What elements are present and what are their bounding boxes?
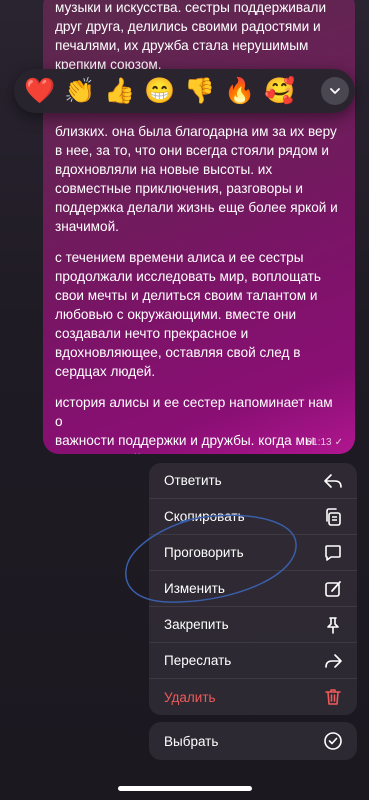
menu-item-label: Ответить [164,473,222,488]
home-indicator [118,786,252,791]
reaction-bar: ❤️ 👏 👍 😁 👎 🔥 🥰 [14,69,355,113]
fire-reaction[interactable]: 🔥 [220,69,260,113]
menu-item-label: Переслать [164,653,232,668]
copy-icon [323,507,343,527]
check-circle-icon [323,731,343,751]
menu-item-label: Удалить [164,689,216,705]
message-time-text: 01:13 [306,437,332,448]
menu-item-select[interactable]: Выбрать [149,722,357,760]
clap-reaction[interactable]: 👏 [60,69,100,113]
pin-icon [323,615,343,635]
chevron-down-icon [330,88,340,94]
grin-reaction[interactable]: 😁 [140,69,180,113]
menu-item-label: Закрепить [164,617,229,632]
smiling-hearts-reaction[interactable]: 🥰 [260,69,300,113]
menu-item-copy[interactable]: Скопировать [149,499,357,535]
edit-pencil-icon [323,579,343,599]
read-checkmark-icon: ✓ [334,437,343,448]
heart-reaction[interactable]: ❤️ [20,69,60,113]
menu-item-pin[interactable]: Закрепить [149,607,357,643]
menu-item-reply[interactable]: Ответить [149,463,357,499]
menu-item-label: Выбрать [164,733,219,749]
menu-item-edit[interactable]: Изменить [149,571,357,607]
menu-item-forward[interactable]: Переслать [149,643,357,679]
trash-icon [323,687,343,707]
menu-item-label: Изменить [164,581,225,596]
message-text-top: музыки и искусства. сестры поддерживали … [55,0,327,72]
reply-arrow-icon [323,471,343,491]
menu-item-label: Скопировать [164,509,245,524]
menu-item-delete[interactable]: Удалить [149,679,357,715]
speech-bubble-icon [323,543,343,563]
thumbs-up-reaction[interactable]: 👍 [100,69,140,113]
message-paragraph: с течением времени алиса и ее сестры про… [55,250,321,379]
forward-arrow-icon [323,651,343,671]
menu-item-speak[interactable]: Проговорить [149,535,357,571]
menu-item-label: Проговорить [164,545,244,560]
message-paragraph: история алисы и ее сестер напоминает нам… [55,395,333,454]
thumbs-down-reaction[interactable]: 👎 [180,69,220,113]
message-time: 01:13 ✓ [307,437,343,448]
more-reactions-button[interactable] [321,77,349,105]
message-paragraph: близких. она была благодарна им за их ве… [55,124,338,234]
context-menu: Ответить Скопировать Проговорить Изменит… [149,463,357,715]
